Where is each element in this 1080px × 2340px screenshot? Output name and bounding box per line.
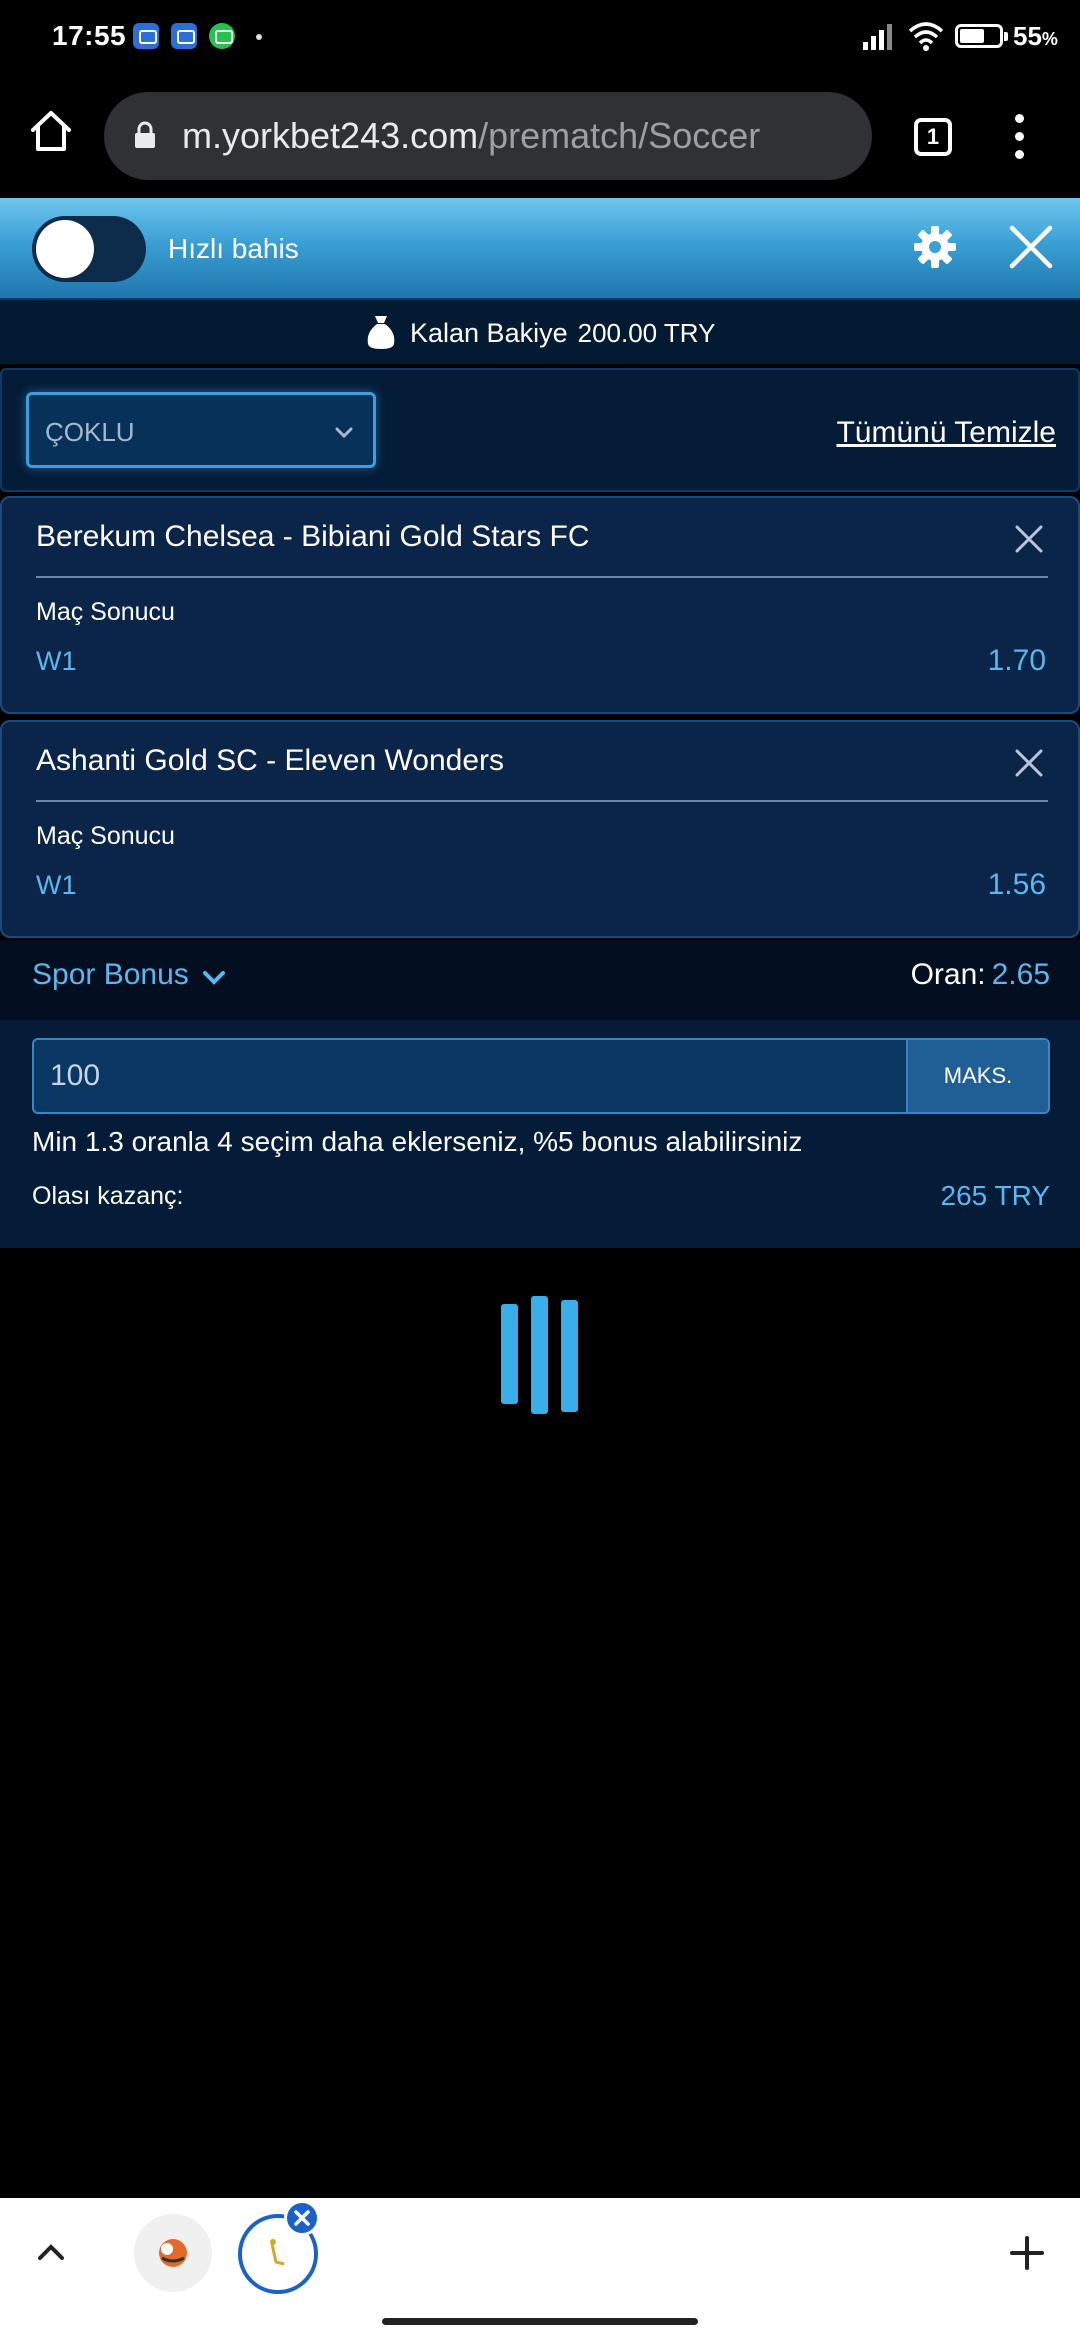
close-tab-icon[interactable] — [284, 2200, 320, 2236]
bet-odds: 1.70 — [987, 644, 1046, 677]
remaining-balance: Kalan Bakiye 200.00 TRY — [410, 318, 715, 349]
market-name: Maç Sonucu — [36, 822, 175, 850]
close-icon[interactable] — [1008, 224, 1054, 270]
chevron-down-icon[interactable] — [200, 964, 228, 992]
plus-icon[interactable] — [1010, 2236, 1044, 2270]
url-text: m.yorkbet243.com/prematch/Soccer — [182, 115, 760, 157]
bet-type-panel: ÇOKLU Tümünü Temizle — [0, 368, 1080, 492]
address-bar[interactable]: m.yorkbet243.com/prematch/Soccer — [104, 92, 872, 180]
home-indicator[interactable] — [382, 2318, 698, 2325]
bet-odds: 1.56 — [987, 868, 1046, 901]
bet-type-select[interactable]: ÇOKLU — [26, 392, 376, 468]
bet-card: Berekum Chelsea - Bibiani Gold Stars FC … — [0, 496, 1080, 714]
message-notification-icon — [133, 23, 159, 49]
message-notification-icon — [171, 23, 197, 49]
more-notifications-dot-icon — [256, 34, 262, 40]
balance-label: Kalan Bakiye — [410, 318, 568, 348]
tab-switcher-button[interactable]: 1 — [914, 118, 952, 156]
status-time: 17:55 — [52, 20, 127, 51]
chevron-down-icon — [335, 427, 353, 439]
card-divider — [36, 576, 1048, 578]
total-odds-label: Oran: — [910, 958, 986, 991]
lock-icon — [135, 121, 155, 148]
sports-ball-icon — [159, 2239, 187, 2267]
stake-input-group: MAKS. — [32, 1038, 1050, 1114]
total-odds-value: 2.65 — [991, 958, 1050, 991]
system-nav-area — [0, 2308, 1080, 2340]
bet-type-selected: ÇOKLU — [45, 417, 135, 447]
market-name: Maç Sonucu — [36, 598, 175, 626]
browser-toolbar: m.yorkbet243.com/prematch/Soccer 1 — [0, 78, 1080, 198]
loader-icon — [498, 1294, 582, 1418]
bet-selection: W1 — [36, 646, 77, 676]
remove-icon[interactable] — [1014, 524, 1044, 554]
balance-bar: Kalan Bakiye 200.00 TRY — [0, 298, 1080, 364]
stake-input[interactable] — [34, 1040, 906, 1112]
whatsapp-notification-icon — [209, 23, 235, 49]
match-name: Ashanti Gold SC - Eleven Wonders — [36, 744, 505, 777]
bet-card: Ashanti Gold SC - Eleven Wonders Maç Son… — [0, 720, 1080, 938]
clear-all-link[interactable]: Tümünü Temizle — [836, 416, 1056, 450]
money-bag-icon — [367, 316, 395, 349]
gear-icon[interactable] — [912, 224, 958, 270]
remove-icon[interactable] — [1014, 748, 1044, 778]
possible-win-label: Olası kazanç: — [32, 1182, 184, 1210]
sport-bonus-dropdown[interactable]: Spor Bonus — [32, 958, 189, 992]
bet-selection: W1 — [36, 870, 77, 900]
stake-area: MAKS. Min 1.3 oranla 4 seçim daha eklers… — [0, 1020, 1080, 1248]
home-icon[interactable] — [28, 108, 74, 154]
more-vert-icon[interactable] — [1010, 114, 1030, 160]
status-bar: 17:55 55% — [0, 0, 1080, 78]
bonus-row: Spor Bonus Oran: 2.65 — [0, 940, 1080, 1020]
bonus-hint: Min 1.3 oranla 4 seçim daha eklerseniz, … — [32, 1126, 803, 1157]
quick-bet-label: Hızlı bahis — [168, 233, 299, 264]
bottom-tab-bar — [0, 2198, 1080, 2308]
balance-amount: 200.00 TRY — [577, 318, 716, 348]
chevron-up-icon[interactable] — [34, 2238, 68, 2266]
card-divider — [36, 800, 1048, 802]
max-stake-button[interactable]: MAKS. — [906, 1040, 1048, 1112]
battery-icon — [955, 24, 1008, 48]
betslip-header: Hızlı bahis — [0, 198, 1080, 298]
wifi-icon — [908, 22, 944, 51]
match-name: Berekum Chelsea - Bibiani Gold Stars FC — [36, 520, 590, 553]
quick-bet-toggle[interactable] — [32, 216, 146, 282]
possible-win-value: 265 TRY — [940, 1180, 1050, 1211]
cell-signal-icon — [863, 24, 892, 50]
tab-thumbnail[interactable] — [134, 2214, 212, 2292]
battery-percent: 55% — [1013, 21, 1058, 51]
url-path: /prematch/Soccer — [478, 115, 761, 156]
total-odds: Oran: 2.65 — [911, 958, 1050, 992]
url-host: m.yorkbet243.com — [182, 115, 479, 156]
toggle-knob — [36, 220, 94, 278]
